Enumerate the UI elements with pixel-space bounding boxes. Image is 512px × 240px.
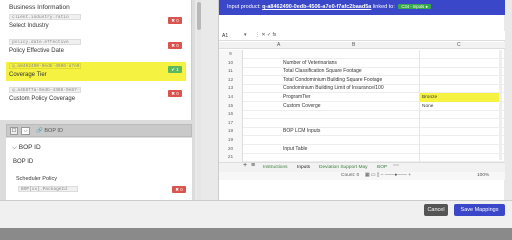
unmap-button[interactable]: ✖ 0 xyxy=(168,90,182,97)
count-readout: Count: 0 xyxy=(341,173,360,178)
cancel-button[interactable]: Cancel xyxy=(424,204,448,216)
field-code: q.a8462490-0edb-4506-a7e0-f7afc2baad5a xyxy=(9,63,81,69)
scheduler-policy-label: Scheduler Policy xyxy=(16,176,57,182)
cell-b[interactable]: Total Condominium Building Square Footag… xyxy=(283,77,382,83)
field-code: q.a4b8f7a-0edb-4386-9e87-f7afc2cd3d3c xyxy=(9,87,81,93)
bop-subtitle: BOP ID xyxy=(13,159,34,165)
add-sheet-button[interactable]: + xyxy=(243,162,247,169)
left-scrollbar-track[interactable] xyxy=(197,0,201,200)
banner-prefix: Input product: xyxy=(227,4,261,10)
table-row: 21 xyxy=(219,153,505,163)
mapped-button[interactable]: ✔ 1 xyxy=(168,66,182,73)
section-title: Business Information xyxy=(9,4,70,11)
column-header[interactable]: A xyxy=(277,42,280,48)
sheet-list-icon[interactable]: ≡ xyxy=(251,162,255,169)
link-icon: 🔗 xyxy=(36,128,43,134)
field-label: Policy Effective Date xyxy=(9,48,64,54)
bop-section-title[interactable]: ⌵ BOP ID xyxy=(12,144,41,152)
unmap-button[interactable]: ✖ 0 xyxy=(168,17,182,24)
row-number[interactable]: 21 xyxy=(219,153,243,163)
save-mappings-button[interactable]: Save Mappings xyxy=(454,204,505,216)
field-policy-effective-date: policy.date.effective Policy Effective D… xyxy=(6,38,186,57)
column-headers: A B C xyxy=(219,42,505,49)
sheet-tab-active[interactable]: Inputs xyxy=(297,165,310,170)
bop-id-card: ⌵ BOP ID BOP ID Scheduler Policy BOP[xx]… xyxy=(6,138,192,200)
bop-id-bar: ☐ ⌵ 🔗 BOP ID xyxy=(6,124,192,137)
cell-b[interactable]: BOP LCM Inputs xyxy=(283,128,320,134)
banner-linked: linked to: xyxy=(372,4,395,10)
chevron-down-icon[interactable]: ⌵ xyxy=(21,127,30,135)
chevron-down-icon[interactable]: ▾ xyxy=(244,32,247,38)
status-bar: Count: 0 ▦ ▭ ▯ − ——●—— + 100% xyxy=(219,172,505,180)
chevron-down-icon: ⌵ xyxy=(12,144,17,151)
zoom-controls[interactable]: ▦ ▭ ▯ − ——●—— + xyxy=(365,173,411,178)
mapping-modal: Business Information client.industry.rat… xyxy=(0,0,512,228)
banner-text: Input product: q-a8462490-0edb-4506-a7e0… xyxy=(227,4,431,10)
cell-b[interactable]: Input Table xyxy=(283,146,307,152)
cell-reference[interactable]: A1 xyxy=(222,33,228,39)
cell-c[interactable] xyxy=(420,153,500,162)
formula-bar: A1 ▾ ⋮ ✕ ✓ fx xyxy=(219,31,505,41)
field-label: Custom Policy Coverage xyxy=(9,96,76,102)
sheet-tab[interactable]: Instructions xyxy=(263,165,288,170)
bop-section-title-text: BOP ID xyxy=(18,144,41,151)
unmap-button[interactable]: ✖ 0 xyxy=(172,186,186,193)
input-product-banner: Input product: q-a8462490-0edb-4506-a7e0… xyxy=(219,0,505,15)
more-tabs-icon[interactable]: ⋯ xyxy=(393,162,399,169)
field-coverage-tier[interactable]: q.a8462490-0edb-4506-a7e0-f7afc2baad5a C… xyxy=(6,62,186,81)
unmap-button[interactable]: ✖ 0 xyxy=(168,42,182,49)
column-header[interactable]: B xyxy=(352,42,355,48)
right-panel: Input product: q-a8462490-0edb-4506-a7e0… xyxy=(218,0,505,200)
left-panel: Business Information client.industry.rat… xyxy=(0,0,195,200)
sheet-tabs: + ≡ Instructions Inputs Deviation Suppor… xyxy=(219,162,505,172)
field-label: Coverage Tier xyxy=(9,72,47,78)
column-header[interactable]: C xyxy=(457,42,461,48)
sheet-tab[interactable]: Deviation Support May xyxy=(319,165,368,170)
sheet-scrollbar[interactable] xyxy=(499,50,502,160)
product-id-link[interactable]: q-a8462490-0edb-4506-a7e0-f7afc2baad5a xyxy=(262,4,371,10)
business-info-card: Business Information client.industry.rat… xyxy=(0,0,192,120)
field-label: Select Industry xyxy=(9,23,49,29)
formula-icons[interactable]: ⋮ ✕ ✓ fx xyxy=(255,32,276,38)
cell-b[interactable]: Number of Veterinarians xyxy=(283,60,337,66)
cell-b[interactable]: ProgramTier xyxy=(283,94,311,100)
sheet-tab[interactable]: BOP xyxy=(377,165,387,170)
bop-id-link[interactable]: 🔗 BOP ID xyxy=(36,128,63,134)
field-select-industry: client.industry.ratio Select Industry ✖ … xyxy=(6,13,186,32)
cell-b[interactable]: Condominium Building Limit of Insurance/… xyxy=(283,85,384,91)
status-badge: C34 - Inputs ● xyxy=(398,4,431,9)
checkbox-icon[interactable]: ☐ xyxy=(10,127,18,135)
field-code: client.industry.ratio xyxy=(9,14,81,20)
zoom-level: 100% xyxy=(477,173,490,178)
field-code: BOP[xx].PackageId xyxy=(18,186,78,192)
bop-id-link-label: BOP ID xyxy=(44,128,63,134)
field-custom-policy-coverage: q.a4b8f7a-0edb-4386-9e87-f7afc2cd3d3c Cu… xyxy=(6,86,186,105)
cell-b[interactable]: Custom Coverge xyxy=(283,103,321,109)
cell-b[interactable]: Total Classification Square Footage xyxy=(283,68,362,74)
field-code: policy.date.effective xyxy=(9,39,81,45)
left-scrollbar-thumb[interactable] xyxy=(197,2,201,30)
